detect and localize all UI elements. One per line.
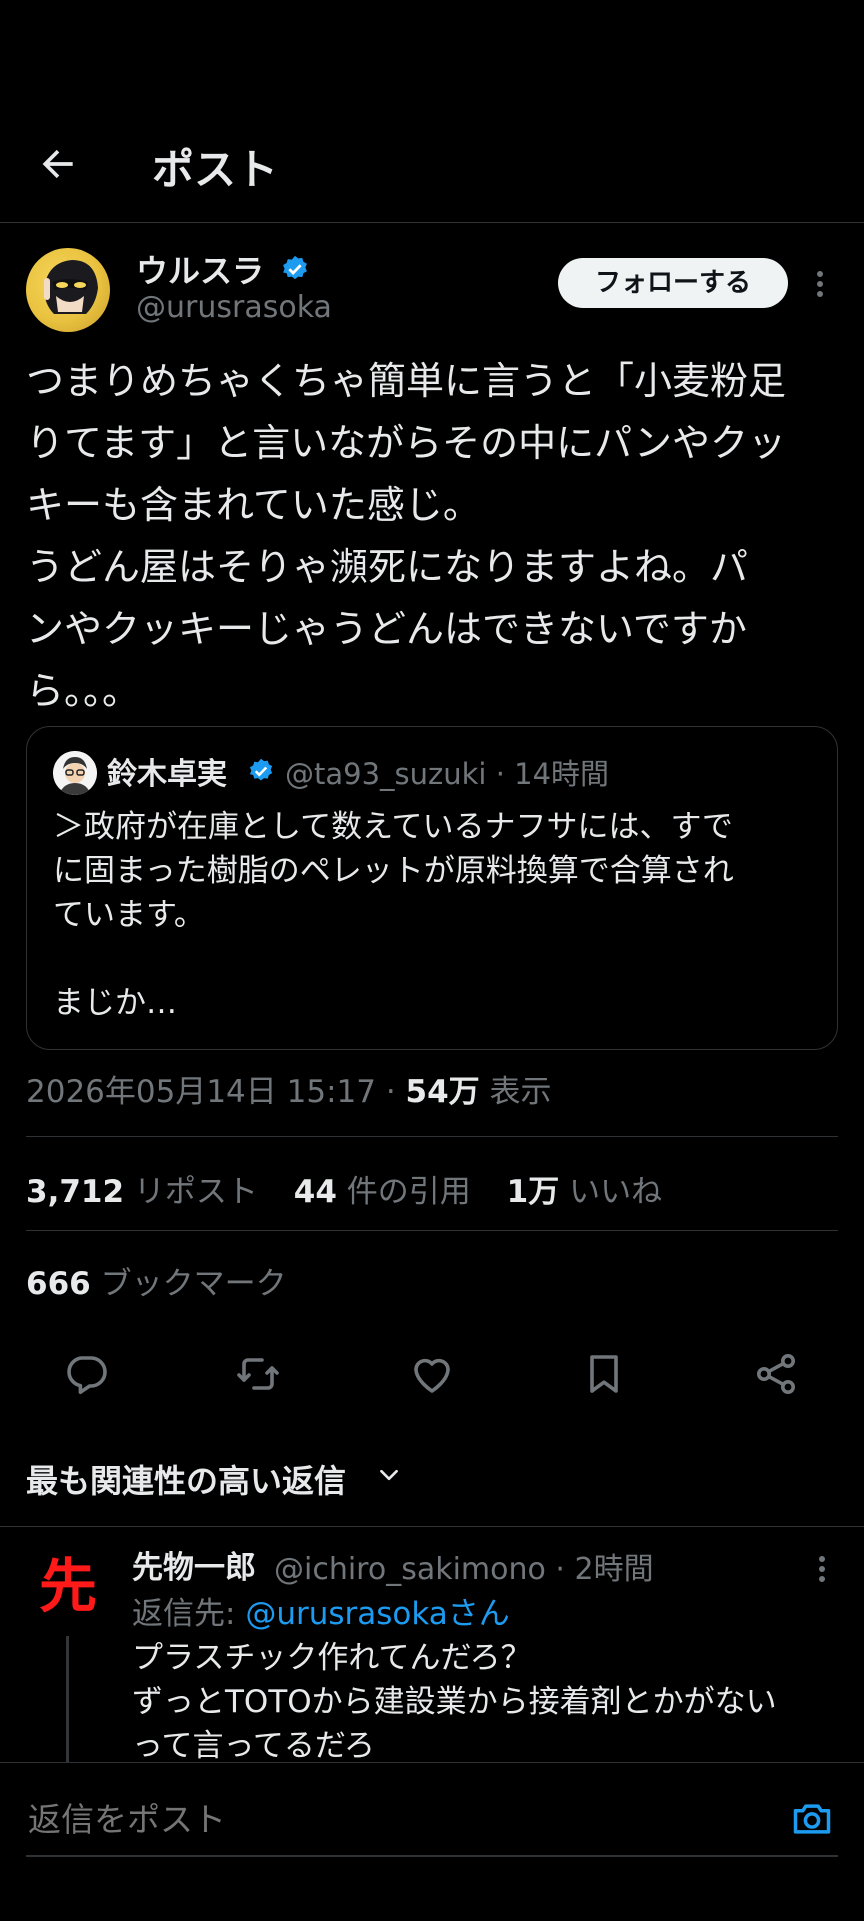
- follow-button[interactable]: フォローする: [558, 258, 788, 308]
- post-text: つまりめちゃくちゃ簡単に言うと「小麦粉足 りてます」と言いながらその中にパンやク…: [26, 359, 787, 713]
- likes-label: いいね: [569, 1174, 663, 1210]
- reply-to-handle[interactable]: @urusrasokaさん: [245, 1596, 509, 1632]
- bookmarks-count: 666: [26, 1266, 91, 1302]
- header-divider: [0, 222, 864, 223]
- reply-text: プラスチック作れてんだろ？ ずっとTOTOから建設業から接着剤とかがない って言…: [132, 1640, 777, 1764]
- reply-to-label: 返信先:: [132, 1596, 236, 1632]
- camera-icon[interactable]: [790, 1797, 834, 1841]
- views-label: 表示: [489, 1074, 552, 1110]
- verified-badge-icon: [247, 757, 275, 785]
- share-icon[interactable]: [752, 1350, 800, 1398]
- divider: [26, 1230, 838, 1231]
- author-handle[interactable]: @urusrasoka: [136, 290, 332, 325]
- reply-author-name[interactable]: 先物一郎: [132, 1542, 256, 1587]
- quote-meta: @ta93_suzuki · 14時間: [285, 757, 610, 791]
- author-name[interactable]: ウルスラ: [136, 246, 264, 292]
- reposts-count: 3,712: [26, 1174, 125, 1210]
- reply-to: 返信先: @urusrasokaさん: [132, 1588, 510, 1633]
- replies-sort-label[interactable]: 最も関連性の高い返信: [26, 1456, 346, 1502]
- quotes-count: 44: [293, 1174, 337, 1210]
- reply-icon[interactable]: [62, 1350, 110, 1398]
- quote-author-name: 鈴木卓実: [107, 757, 227, 792]
- post-timestamp: 2026年05月14日 15:17 · 54万 表示: [26, 1074, 552, 1110]
- reply-meta: @ichiro_sakimono · 2時間: [274, 1552, 654, 1587]
- views-count: 54万: [405, 1074, 480, 1110]
- reply-avatar[interactable]: 先: [28, 1546, 108, 1626]
- reposts-stat[interactable]: 3,712 リポスト: [26, 1174, 258, 1210]
- more-icon[interactable]: [812, 1552, 832, 1586]
- bookmarks-label: ブックマーク: [100, 1266, 287, 1302]
- avatar[interactable]: [26, 248, 110, 332]
- chevron-down-icon[interactable]: [376, 1462, 402, 1488]
- page-title: ポスト: [152, 145, 279, 194]
- repost-icon[interactable]: [234, 1350, 282, 1398]
- engagement-stats: 3,712 リポスト 44 件の引用 1万 いいね: [26, 1166, 688, 1211]
- likes-count: 1万: [506, 1174, 560, 1210]
- likes-stat[interactable]: 1万 いいね: [507, 1174, 662, 1210]
- divider: [26, 1136, 838, 1137]
- bookmarks-stat[interactable]: 666 ブックマーク: [26, 1258, 287, 1303]
- quote-avatar: [53, 751, 97, 795]
- composer-underline: [26, 1855, 838, 1857]
- divider: [0, 1526, 864, 1527]
- quote-text: ＞政府が在庫として数えているナフサには、すで に固まった樹脂のペレットが原料換算…: [53, 809, 734, 1021]
- quoted-post[interactable]: 鈴木卓実 @ta93_suzuki · 14時間 ＞政府が在庫として数えているナ…: [26, 726, 838, 1050]
- reply-time: 2時間: [574, 1552, 654, 1587]
- quote-author-handle: @ta93_suzuki: [285, 757, 487, 791]
- quotes-stat[interactable]: 44 件の引用: [294, 1174, 471, 1210]
- verified-badge-icon: [280, 254, 310, 284]
- reply-composer: [0, 1762, 864, 1921]
- reply-input[interactable]: [26, 1799, 770, 1840]
- bookmark-icon[interactable]: [580, 1350, 628, 1398]
- quotes-label: 件の引用: [346, 1174, 471, 1210]
- more-icon[interactable]: [810, 266, 830, 302]
- like-icon[interactable]: [408, 1350, 456, 1398]
- back-arrow-icon[interactable]: [36, 142, 80, 186]
- post-datetime: 2026年05月14日 15:17: [26, 1074, 376, 1110]
- quote-time: 14時間: [514, 757, 610, 791]
- thread-line: [66, 1636, 69, 1762]
- reply-author-handle: @ichiro_sakimono: [274, 1552, 546, 1587]
- reposts-label: リポスト: [133, 1174, 258, 1210]
